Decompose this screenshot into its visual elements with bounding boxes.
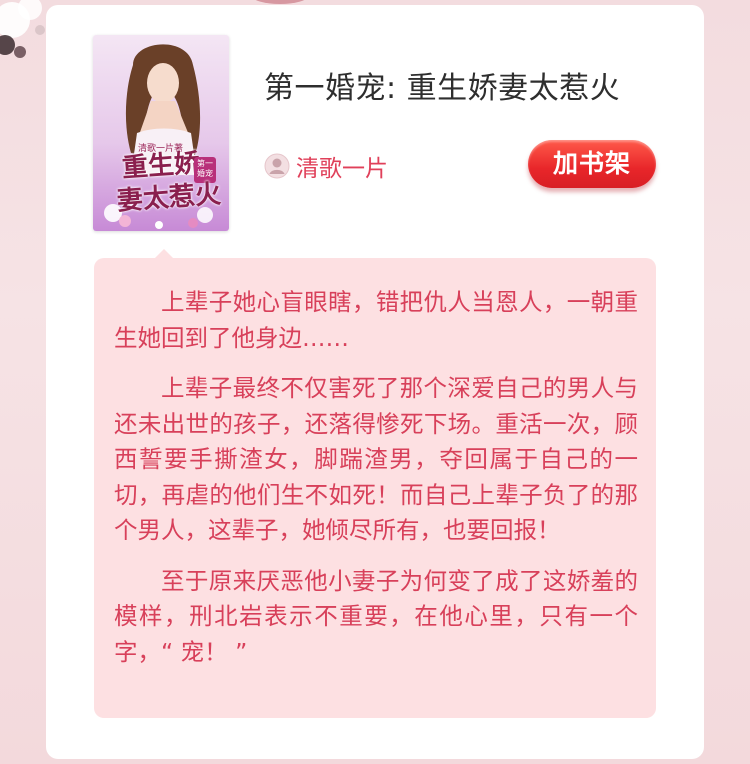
synopsis-paragraph: 至于原来厌恶他小妻子为何变了成了这娇羞的模样，刑北岩表示不重要，在他心里，只有一… xyxy=(114,566,638,666)
synopsis-paragraph: 上辈子她心盲眼瞎，错把仇人当恩人，一朝重生她回到了他身边…… xyxy=(114,288,638,352)
synopsis-pointer xyxy=(154,249,174,259)
user-avatar-icon xyxy=(264,153,290,179)
author-row[interactable]: 清歌一片 xyxy=(264,149,388,183)
book-cover[interactable]: 清歌一片著 重生娇 第一婚宠 妻太惹火 xyxy=(93,35,229,231)
author-name[interactable]: 清歌一片 xyxy=(296,149,388,183)
synopsis-paragraph: 上辈子最终不仅害死了那个深爱自己的男人与还未出世的孩子，还落得惨死下场。重活一次… xyxy=(114,374,638,544)
synopsis-panel: 上辈子她心盲眼瞎，错把仇人当恩人，一朝重生她回到了他身边…… 上辈子最终不仅害死… xyxy=(94,249,656,718)
synopsis-text: 上辈子她心盲眼瞎，错把仇人当恩人，一朝重生她回到了他身边…… 上辈子最终不仅害死… xyxy=(114,285,638,685)
add-to-shelf-button[interactable]: 加书架 xyxy=(528,140,656,188)
book-title: 第一婚宠: 重生娇妻太惹火 xyxy=(264,71,621,106)
book-detail-card: 清歌一片著 重生娇 第一婚宠 妻太惹火 第一婚宠: 重生娇妻太惹火 清歌一片 加… xyxy=(46,5,704,759)
